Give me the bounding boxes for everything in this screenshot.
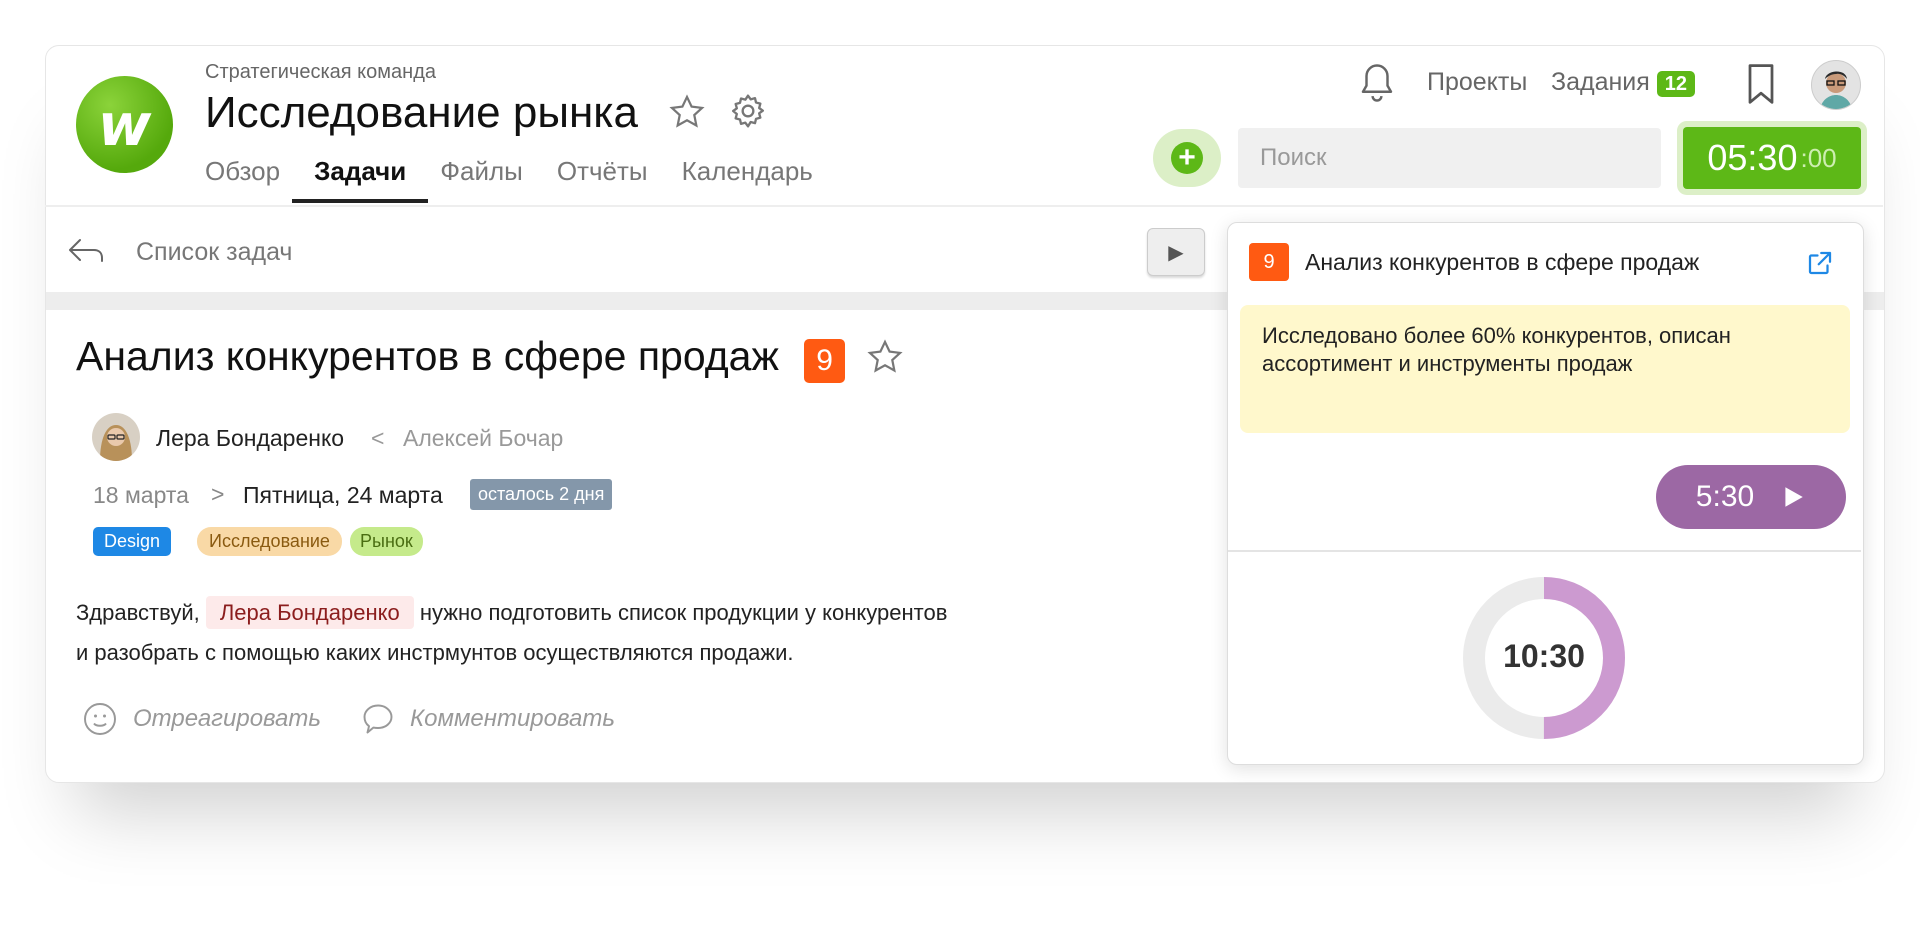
tab-overview[interactable]: Обзор [205,156,280,203]
panel-priority-badge: 9 [1249,243,1289,281]
comment-button[interactable]: Комментировать [410,705,615,733]
total-time-label: 10:30 [1503,638,1585,674]
date-arrow: > [211,481,225,507]
note-line-2: ассортимент и инструменты продаж [1262,351,1633,376]
task-description: Здравствуй, Лера Бондаренко нужно подгот… [76,593,947,673]
play-icon [1785,487,1803,507]
logo-mark-icon: w [97,90,152,159]
add-button[interactable]: + [1153,129,1221,187]
date-start: 18 марта [93,482,189,508]
play-time: 5:30 [1695,480,1755,513]
external-link-icon[interactable] [1805,248,1835,278]
react-button[interactable]: Отреагировать [133,705,321,733]
header-timer[interactable]: 05:30 :00 [1683,127,1861,189]
note-line-1: Исследовано более 60% конкурентов, описа… [1262,323,1731,348]
task-title-row: Анализ конкурентов в сфере продаж 9 [76,333,904,383]
search-box [1238,128,1662,188]
tag-market[interactable]: Рынок [350,527,423,556]
tab-files[interactable]: Файлы [440,156,523,203]
priority-badge: 9 [804,339,845,383]
user-avatar[interactable] [1811,60,1861,110]
assignee-name[interactable]: Лера Бондаренко [156,425,344,452]
nav-tasks[interactable]: Задания 12 [1551,68,1696,97]
tab-bar: Обзор Задачи Файлы Отчёты Календарь [205,156,847,203]
app-logo[interactable]: w [76,76,173,173]
tab-calendar[interactable]: Календарь [682,156,813,203]
small-play-button[interactable]: ▶ [1147,228,1205,276]
author-name[interactable]: Алексей Бочар [403,425,563,452]
user-mention[interactable]: Лера Бондаренко [205,596,414,629]
header-divider [45,205,1883,207]
gear-icon[interactable] [728,91,768,131]
tab-tasks[interactable]: Задачи [292,156,429,203]
page-title: Исследование рынка [205,88,768,138]
delegation-separator: < [371,425,385,451]
timer-main: 05:30 [1707,137,1798,178]
desc-line2: и разобрать с помощью каких инстрмунтов … [76,640,794,665]
date-end[interactable]: Пятница, 24 марта [243,482,443,509]
progress-note-text: Исследовано более 60% конкурентов, описа… [1262,322,1731,378]
tag-research[interactable]: Исследование [197,527,342,556]
star-icon[interactable] [668,93,706,131]
bookmark-icon[interactable] [1746,62,1776,106]
tab-reports[interactable]: Отчёты [557,156,648,203]
desc-prefix: Здравствуй, [76,600,200,625]
nav-projects[interactable]: Проекты [1427,68,1527,97]
tag-design[interactable]: Design [93,527,172,556]
desc-rest: нужно подготовить список продукции у кон… [419,600,948,625]
play-icon: ▶ [1168,241,1184,264]
comment-icon[interactable] [360,701,396,737]
search-input[interactable] [1238,128,1662,188]
start-timer-button[interactable]: 5:30 [1656,465,1846,529]
nav-tasks-label: Задания [1551,68,1650,96]
star-icon[interactable] [866,338,904,376]
assignee-avatar[interactable] [92,413,140,461]
team-name: Стратегическая команда [205,61,436,83]
timer-seconds: :00 [1800,142,1837,173]
smile-icon[interactable] [82,701,118,737]
back-to-list-link[interactable]: Список задач [136,238,292,267]
bell-icon[interactable] [1356,60,1398,106]
panel-task-title[interactable]: Анализ конкурентов в сфере продаж [1305,249,1699,276]
back-arrow-icon[interactable] [66,236,106,266]
remaining-badge: осталось 2 дня [470,479,613,510]
project-title: Исследование рынка [205,88,638,137]
tasks-count-badge: 12 [1656,71,1696,97]
panel-divider [1228,550,1861,552]
task-title: Анализ конкурентов в сфере продаж [76,333,779,379]
plus-icon: + [1171,142,1203,174]
